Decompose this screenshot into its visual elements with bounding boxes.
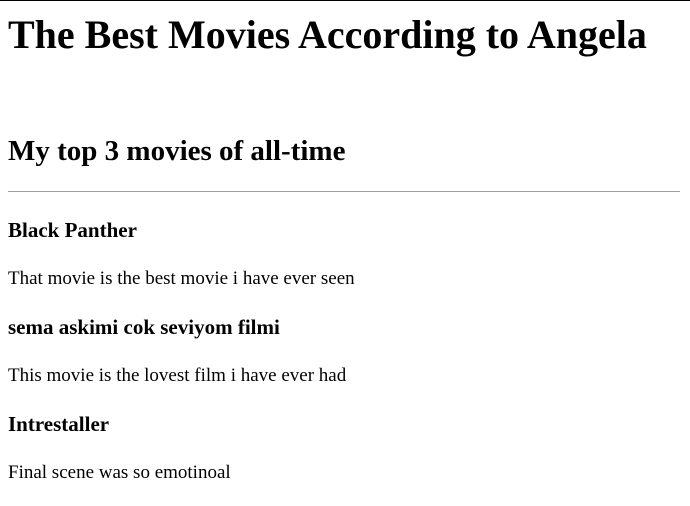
movie-title-3: Intrestaller	[8, 412, 110, 436]
movie-description-1: That movie is the best movie i have ever…	[8, 268, 355, 289]
movie-title-1: Black Panther	[8, 218, 137, 242]
page-subtitle: My top 3 movies of all-time	[8, 135, 346, 167]
page-title: The Best Movies According to Angela	[8, 12, 647, 57]
movie-description-3: Final scene was so emotinoal	[8, 462, 231, 483]
section-divider	[8, 191, 680, 192]
movie-title-2: sema askimi cok seviyom filmi	[8, 315, 280, 339]
movie-description-2: This movie is the lovest film i have eve…	[8, 365, 347, 386]
window-top-border	[0, 0, 690, 1]
